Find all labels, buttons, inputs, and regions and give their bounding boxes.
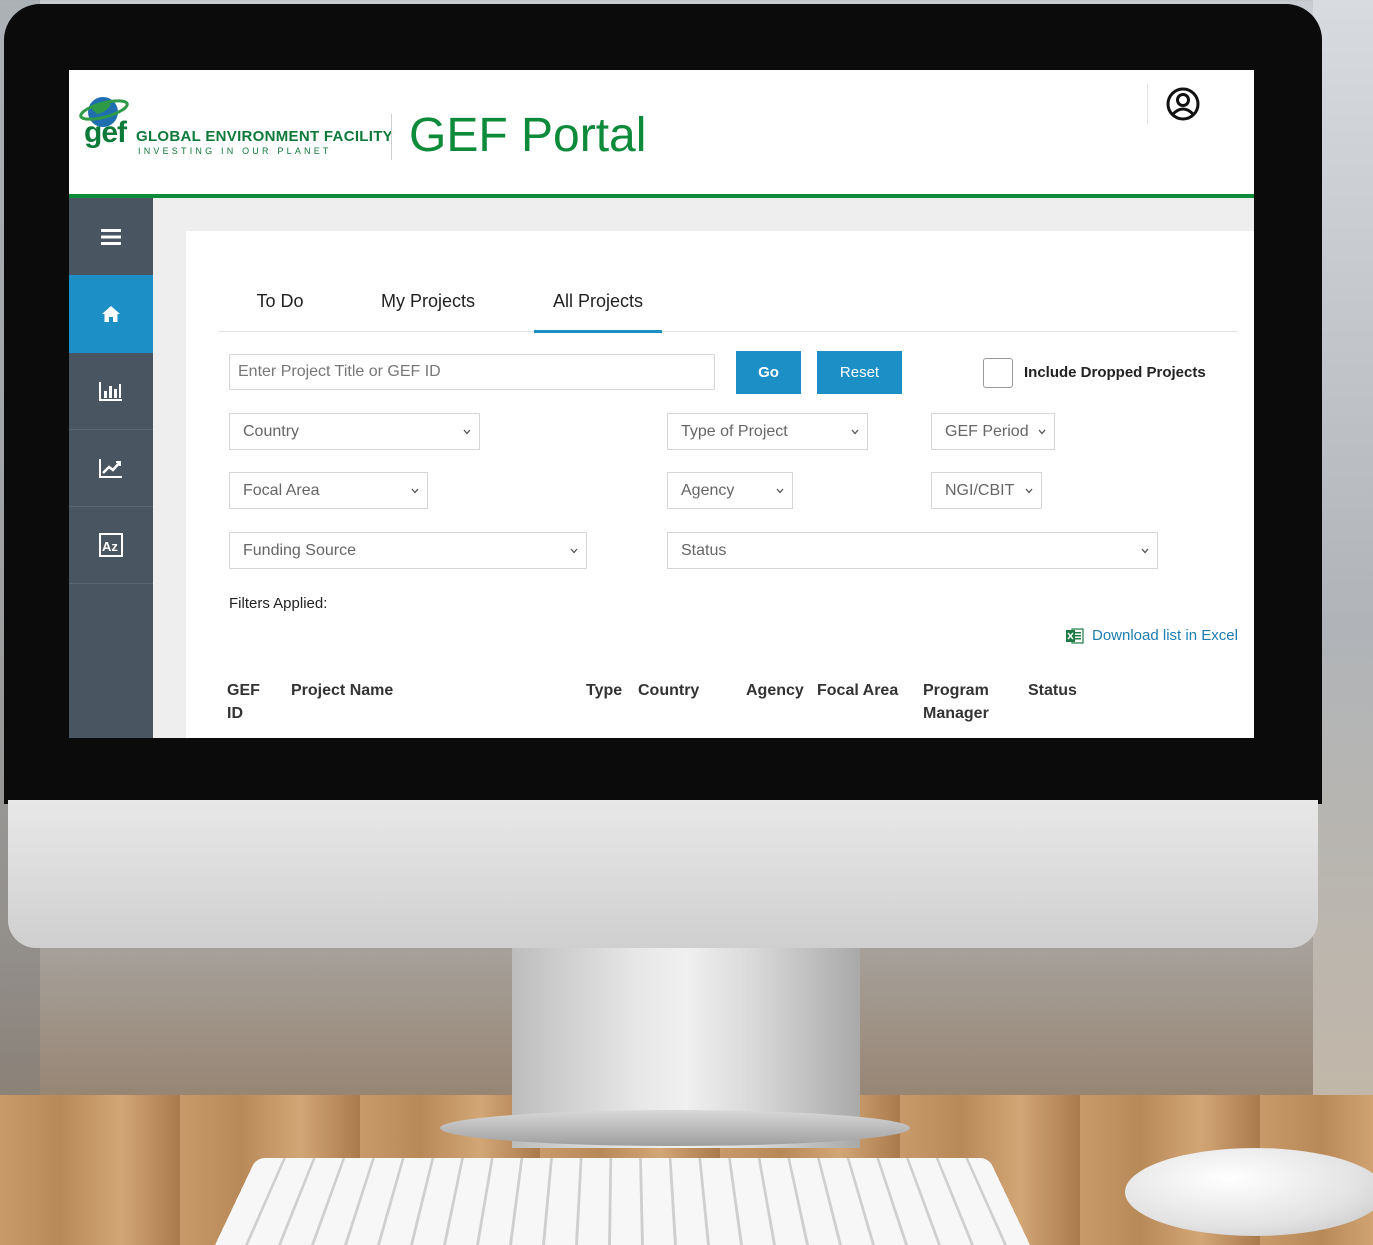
- type-of-project-select-value: Type of Project: [681, 423, 788, 440]
- focal-area-select[interactable]: Focal Area: [229, 472, 428, 509]
- download-excel-link[interactable]: Download list in Excel: [1066, 627, 1238, 644]
- agency-select-value: Agency: [681, 482, 735, 499]
- menu-icon: [101, 228, 121, 245]
- go-button[interactable]: Go: [736, 351, 801, 394]
- col-status[interactable]: Status: [1028, 679, 1077, 702]
- include-dropped-checkbox[interactable]: [983, 358, 1013, 388]
- background-right: [1313, 0, 1373, 1245]
- status-select-value: Status: [681, 542, 727, 559]
- country-select[interactable]: Country: [229, 413, 480, 450]
- ngi-cbit-select-value: NGI/CBIT: [945, 482, 1015, 499]
- gef-period-select-value: GEF Period: [945, 423, 1029, 440]
- tab-my-projects[interactable]: My Projects: [368, 276, 488, 330]
- home-icon: [102, 305, 120, 322]
- col-type[interactable]: Type: [586, 679, 622, 702]
- ngi-cbit-select[interactable]: NGI/CBIT: [931, 472, 1042, 509]
- monitor-stand-base: [440, 1110, 910, 1146]
- agency-select[interactable]: Agency: [667, 472, 793, 509]
- type-of-project-select[interactable]: Type of Project: [667, 413, 868, 450]
- sidebar-item-analytics[interactable]: [69, 429, 153, 507]
- line-chart-icon: [99, 458, 122, 478]
- funding-source-select[interactable]: Funding Source: [229, 532, 587, 569]
- include-dropped-label: Include Dropped Projects: [1024, 364, 1206, 381]
- user-account-icon[interactable]: [1166, 87, 1200, 121]
- filters-applied-label: Filters Applied:: [229, 595, 328, 612]
- mouse: [1125, 1148, 1373, 1236]
- svg-text:Az: Az: [102, 539, 118, 554]
- col-program-manager-line2: Manager: [923, 705, 989, 722]
- col-gef-id-line2: ID: [227, 705, 243, 722]
- col-project-name[interactable]: Project Name: [291, 679, 393, 702]
- download-excel-label: Download list in Excel: [1092, 627, 1238, 644]
- tab-bar: To Do My Projects All Projects: [218, 276, 1238, 333]
- col-program-manager-line1: Program: [923, 682, 989, 699]
- chevron-down-icon: [851, 429, 859, 435]
- country-select-value: Country: [243, 423, 300, 440]
- gef-period-select[interactable]: GEF Period: [931, 413, 1055, 450]
- top-bar: gef GLOBAL ENVIRONMENT FACILITY INVESTIN…: [69, 70, 1254, 198]
- page-title: GEF Portal: [409, 109, 647, 162]
- chevron-down-icon: [1025, 488, 1033, 494]
- col-gef-id-line1: GEF: [227, 682, 260, 699]
- sidebar-item-reports[interactable]: [69, 352, 153, 430]
- sidebar-item-sort[interactable]: Az: [69, 506, 153, 584]
- chevron-down-icon: [463, 429, 471, 435]
- logo-gef-text: gef: [84, 116, 127, 149]
- logo-org-name: GLOBAL ENVIRONMENT FACILITY: [136, 128, 393, 145]
- tab-to-do[interactable]: To Do: [242, 276, 318, 330]
- status-select[interactable]: Status: [667, 532, 1158, 569]
- funding-source-select-value: Funding Source: [243, 542, 356, 559]
- chevron-down-icon: [570, 548, 578, 554]
- chevron-down-icon: [1141, 548, 1149, 554]
- focal-area-select-value: Focal Area: [243, 482, 320, 499]
- reset-button[interactable]: Reset: [817, 351, 902, 394]
- logo-tagline: INVESTING IN OUR PLANET: [138, 146, 332, 156]
- logo-divider: [391, 114, 392, 160]
- col-gef-id[interactable]: GEF ID: [227, 679, 260, 725]
- col-program-manager[interactable]: Program Manager: [923, 679, 989, 725]
- user-divider: [1147, 84, 1148, 124]
- excel-icon: [1066, 627, 1084, 644]
- search-input[interactable]: [229, 354, 715, 390]
- keyboard: [215, 1157, 1030, 1245]
- sidebar-item-home[interactable]: [69, 275, 153, 353]
- chevron-down-icon: [411, 488, 419, 494]
- chevron-down-icon: [1038, 429, 1046, 435]
- col-focal-area[interactable]: Focal Area: [817, 679, 898, 702]
- bar-chart-icon: [99, 381, 122, 401]
- az-sort-icon: Az: [99, 532, 123, 557]
- monitor-chin: [8, 800, 1318, 948]
- chevron-down-icon: [776, 488, 784, 494]
- sidebar: Az: [69, 198, 153, 738]
- sidebar-item-menu[interactable]: [69, 198, 153, 276]
- col-country[interactable]: Country: [638, 679, 699, 702]
- tab-all-projects[interactable]: All Projects: [534, 276, 662, 333]
- col-agency[interactable]: Agency: [746, 679, 804, 702]
